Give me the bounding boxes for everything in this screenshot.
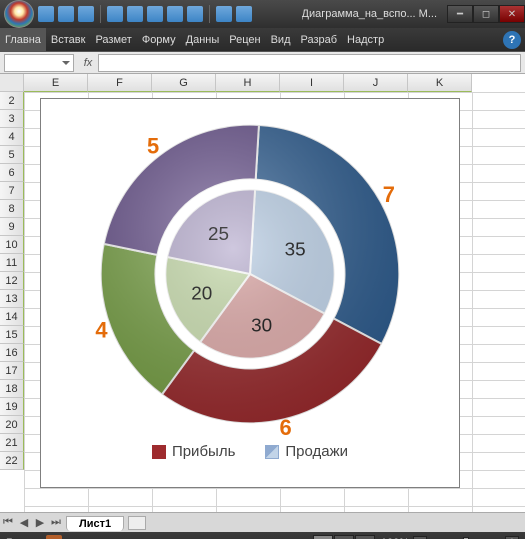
- row-headers: 2345678910111213141516171819202122: [0, 92, 24, 512]
- sheet-tabs-bar: ⏮ ◀ ▶ ⏭ Лист1: [0, 512, 525, 532]
- column-header[interactable]: J: [344, 74, 408, 92]
- ribbon-tab-formulas[interactable]: Форму: [137, 28, 181, 51]
- status-bar: Готово 100% − +: [0, 532, 525, 539]
- qat-filter-icon[interactable]: [236, 6, 252, 22]
- window-controls: ━ ◻ ✕: [447, 5, 525, 23]
- office-button[interactable]: [4, 0, 34, 28]
- tab-next-icon[interactable]: ▶: [32, 515, 48, 531]
- select-all-corner[interactable]: [0, 74, 24, 92]
- macro-record-icon[interactable]: [46, 535, 62, 539]
- name-box[interactable]: [4, 54, 74, 72]
- window-title: Диаграмма_на_вспо... M...: [302, 8, 443, 20]
- worksheet-area: EFGHIJK 23456789101112131415161718192021…: [0, 74, 525, 512]
- row-header[interactable]: 7: [0, 182, 24, 200]
- qat-save-icon[interactable]: [38, 6, 54, 22]
- qat-open-icon[interactable]: [147, 6, 163, 22]
- tab-nav: ⏮ ◀ ▶ ⏭: [0, 515, 64, 531]
- outer-datalabel: 4: [95, 317, 108, 342]
- minimize-button[interactable]: ━: [447, 5, 473, 23]
- qat-separator: [100, 5, 101, 23]
- row-header[interactable]: 6: [0, 164, 24, 182]
- row-header[interactable]: 18: [0, 380, 24, 398]
- view-buttons: [313, 535, 375, 539]
- formula-bar: fx: [0, 52, 525, 74]
- legend-item-profit: Прибыль: [152, 443, 235, 460]
- outer-datalabel: 5: [147, 134, 159, 159]
- row-header[interactable]: 19: [0, 398, 24, 416]
- column-headers: EFGHIJK: [24, 74, 525, 92]
- view-normal-button[interactable]: [313, 535, 333, 539]
- view-pagebreak-button[interactable]: [355, 535, 375, 539]
- column-header[interactable]: G: [152, 74, 216, 92]
- column-header[interactable]: H: [216, 74, 280, 92]
- legend-swatch-profit: [152, 445, 166, 459]
- row-header[interactable]: 9: [0, 218, 24, 236]
- row-header[interactable]: 15: [0, 326, 24, 344]
- outer-datalabel: 7: [383, 182, 395, 207]
- row-header[interactable]: 17: [0, 362, 24, 380]
- row-header[interactable]: 2: [0, 92, 24, 110]
- row-header[interactable]: 14: [0, 308, 24, 326]
- ribbon-tab-addins[interactable]: Надстр: [342, 28, 389, 51]
- legend-item-sales: Продажи: [265, 443, 348, 460]
- ribbon-tab-insert[interactable]: Вставк: [46, 28, 91, 51]
- legend-label-profit: Прибыль: [172, 443, 235, 460]
- column-header[interactable]: E: [24, 74, 88, 92]
- chart-legend: Прибыль Продажи: [41, 439, 459, 460]
- qat-preview-icon[interactable]: [127, 6, 143, 22]
- row-header[interactable]: 22: [0, 452, 24, 470]
- help-icon[interactable]: ?: [503, 31, 521, 49]
- qat-print-icon[interactable]: [107, 6, 123, 22]
- sheet-tab[interactable]: Лист1: [66, 516, 124, 531]
- row-header[interactable]: 12: [0, 272, 24, 290]
- row-header[interactable]: 16: [0, 344, 24, 362]
- row-header[interactable]: 20: [0, 416, 24, 434]
- chart-object[interactable]: 764535302025 Прибыль Продажи: [40, 98, 460, 488]
- formula-input[interactable]: [98, 54, 521, 72]
- ribbon-tabs: Главна Вставк Размет Форму Данны Рецен В…: [0, 28, 525, 52]
- ribbon-tab-data[interactable]: Данны: [181, 28, 225, 51]
- qat-separator: [209, 5, 210, 23]
- ribbon-tab-developer[interactable]: Разраб: [296, 28, 343, 51]
- column-header[interactable]: F: [88, 74, 152, 92]
- new-sheet-button[interactable]: [128, 516, 146, 530]
- row-header[interactable]: 8: [0, 200, 24, 218]
- row-header[interactable]: 13: [0, 290, 24, 308]
- qat-spell-icon[interactable]: [187, 6, 203, 22]
- column-header[interactable]: K: [408, 74, 472, 92]
- ribbon-tab-home[interactable]: Главна: [0, 28, 46, 51]
- legend-label-sales: Продажи: [285, 443, 348, 460]
- legend-swatch-sales: [265, 445, 279, 459]
- tab-first-icon[interactable]: ⏮: [0, 515, 16, 531]
- pie-doughnut-chart: 764535302025: [41, 99, 459, 439]
- row-header[interactable]: 3: [0, 110, 24, 128]
- ribbon-tab-review[interactable]: Рецен: [224, 28, 265, 51]
- row-header[interactable]: 5: [0, 146, 24, 164]
- row-header[interactable]: 21: [0, 434, 24, 452]
- ribbon-tab-view[interactable]: Вид: [266, 28, 296, 51]
- qat-undo-icon[interactable]: [58, 6, 74, 22]
- title-bar: Диаграмма_на_вспо... M... ━ ◻ ✕: [0, 0, 525, 28]
- maximize-button[interactable]: ◻: [473, 5, 499, 23]
- row-header[interactable]: 10: [0, 236, 24, 254]
- row-header[interactable]: 11: [0, 254, 24, 272]
- column-header[interactable]: I: [280, 74, 344, 92]
- close-button[interactable]: ✕: [499, 5, 525, 23]
- qat-redo-icon[interactable]: [78, 6, 94, 22]
- fx-icon[interactable]: fx: [78, 57, 98, 69]
- quick-access-toolbar: [38, 5, 252, 23]
- view-pagelayout-button[interactable]: [334, 535, 354, 539]
- tab-prev-icon[interactable]: ◀: [16, 515, 32, 531]
- qat-new-icon[interactable]: [167, 6, 183, 22]
- ribbon-tab-layout[interactable]: Размет: [90, 28, 136, 51]
- qat-sort-icon[interactable]: [216, 6, 232, 22]
- row-header[interactable]: 4: [0, 128, 24, 146]
- tab-last-icon[interactable]: ⏭: [48, 515, 64, 531]
